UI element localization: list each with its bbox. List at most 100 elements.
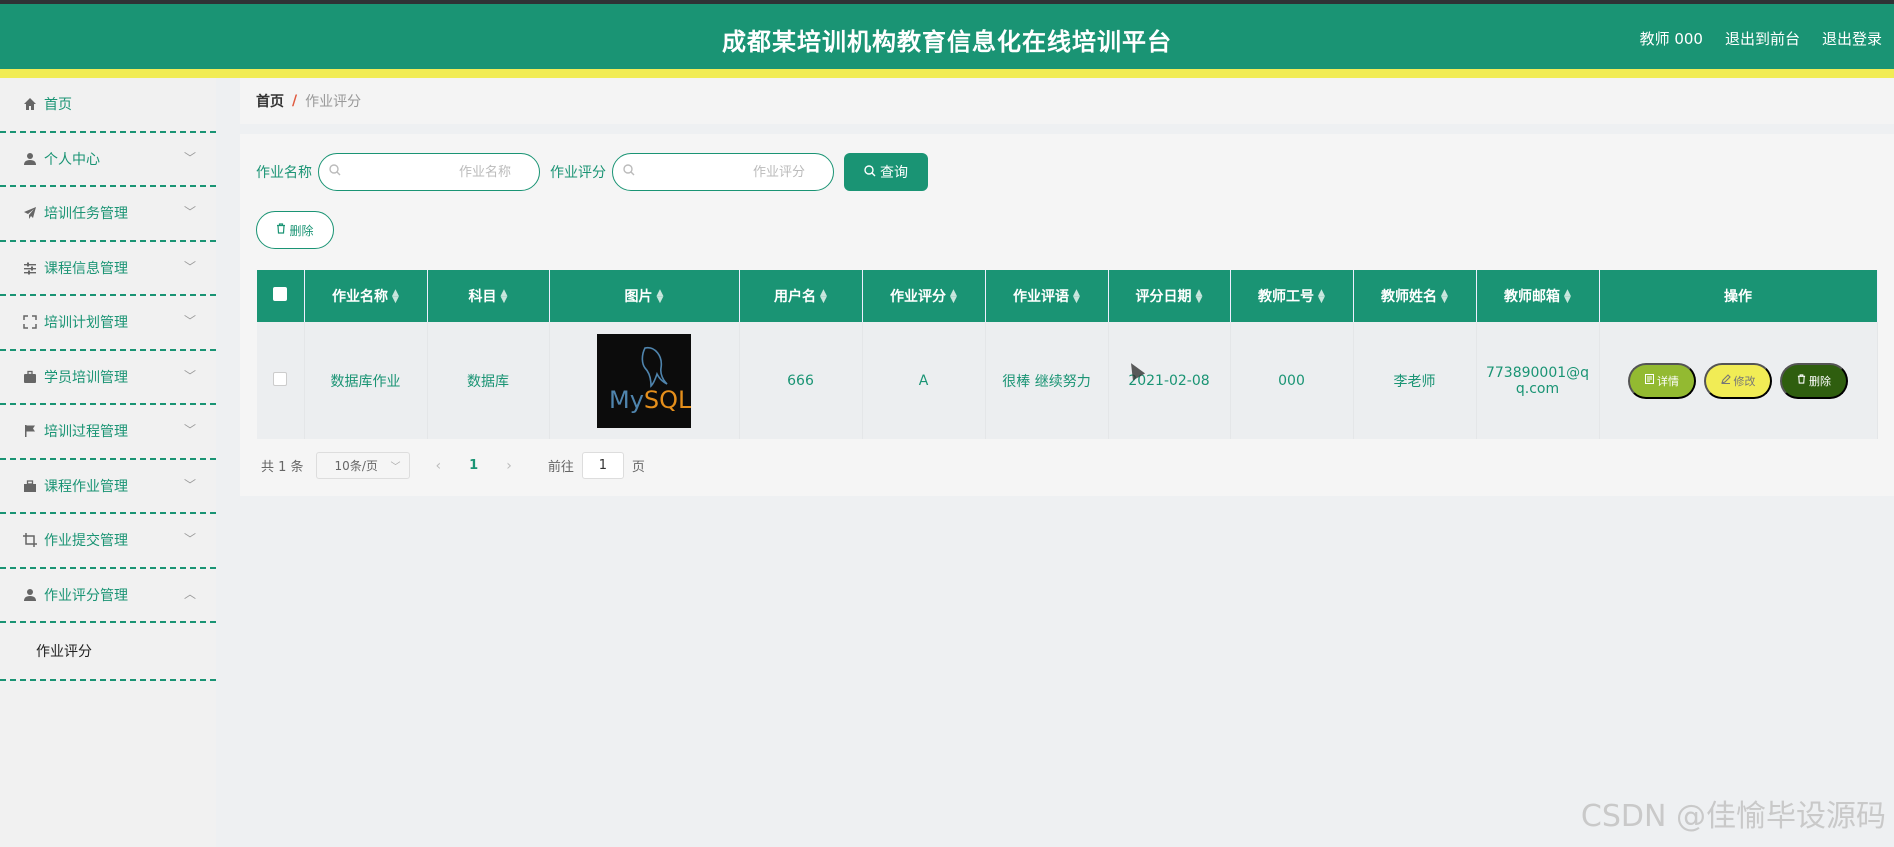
column-header[interactable]: 评分日期 ▲ ▼ (1108, 270, 1231, 322)
cell-teacher-email: 773890001@q q.com (1476, 322, 1600, 439)
column-header[interactable]: 教师姓名 ▲ ▼ (1353, 270, 1477, 322)
cell-score-date: 2021-02-08 (1108, 322, 1231, 439)
select-all-checkbox[interactable] (273, 287, 288, 301)
mysql-logo-text: MySQL (609, 385, 691, 414)
sort-icon[interactable]: ▲ ▼ (392, 289, 399, 305)
column-header[interactable]: 作业评语 ▲ ▼ (985, 270, 1109, 322)
fullscreen-icon (22, 314, 38, 330)
goto-suffix: 页 (631, 460, 645, 475)
sidebar-item-homework-score[interactable]: 作业评分管理 ︿ (0, 569, 216, 623)
cell-score: A (862, 322, 986, 439)
sidebar-item-label: 个人中心 (44, 151, 100, 168)
home-icon (22, 96, 38, 112)
sort-icon[interactable]: ▲ ▼ (1318, 289, 1325, 305)
next-page-icon[interactable]: › (506, 458, 512, 474)
column-header[interactable]: 作业名称 ▲ ▼ (304, 270, 428, 322)
page-size-select[interactable]: 10条/页 ﹀ (315, 452, 410, 479)
sidebar-item-course-info[interactable]: 课程信息管理 ﹀ (0, 242, 216, 296)
sidebar-item-training-task[interactable]: 培训任务管理 ﹀ (0, 187, 216, 242)
mysql-logo-image[interactable]: MySQL (597, 333, 691, 428)
prev-page-icon[interactable]: ‹ (436, 458, 442, 474)
edit-button[interactable]: 修改 (1704, 362, 1772, 399)
sidebar-item-label: 作业提交管理 (44, 533, 128, 550)
pagination: 共 1 条 10条/页 ﹀ ‹ 1 › 前往 1 页 (261, 452, 645, 479)
sidebar-item-course-homework[interactable]: 课程作业管理 ﹀ (0, 460, 216, 514)
sort-icon[interactable]: ▲ ▼ (1196, 289, 1203, 305)
sidebar-item-training-process[interactable]: 培训过程管理 ﹀ (0, 405, 216, 460)
delete-button[interactable]: 删除 (1780, 362, 1848, 399)
sidebar-item-training-plan[interactable]: 培训计划管理 ﹀ (0, 296, 216, 351)
search-icon (329, 164, 341, 180)
sort-icon[interactable]: ▲ ▼ (950, 289, 957, 305)
trash-icon (1797, 374, 1806, 387)
detail-button[interactable]: 详情 (1628, 362, 1696, 399)
score-table: 作业名称 ▲ ▼ 科目 ▲ ▼ 图片 ▲ ▼ 用户名 ▲ ▼ 作业评分 ▲ ▼ 作业评语 ▲ ▼ 评分日… (257, 270, 1878, 439)
sort-icon[interactable]: ▲ ▼ (1073, 289, 1080, 305)
batch-delete-button[interactable]: 删除 (256, 211, 334, 249)
column-header[interactable]: 科目 ▲ ▼ (427, 270, 550, 322)
row-checkbox[interactable] (273, 371, 288, 386)
row-select-cell[interactable] (257, 322, 305, 439)
homework-name-label: 作业名称 (256, 165, 312, 181)
sidebar-item-student-training[interactable]: 学员培训管理 ﹀ (0, 351, 216, 405)
sidebar-item-home[interactable]: 首页 (0, 78, 216, 133)
sidebar: 首页 个人中心 ﹀ 培训任务管理 ﹀ 课程信息管理 ﹀ 培训计划管理 ﹀ 学员培… (0, 78, 216, 847)
goto-prefix: 前往 (547, 460, 574, 475)
query-button[interactable]: 查询 (844, 153, 928, 191)
column-header[interactable]: 教师邮箱 ▲ ▼ (1476, 270, 1600, 322)
sidebar-item-label: 课程信息管理 (44, 260, 128, 277)
current-user[interactable]: 教师 000 (1640, 28, 1703, 49)
homework-score-field[interactable] (612, 153, 834, 191)
sort-icon[interactable]: ▲ ▼ (501, 289, 508, 305)
homework-name-input[interactable] (349, 162, 511, 182)
homework-score-input[interactable] (643, 162, 805, 182)
chevron-down-icon: ﹀ (183, 368, 196, 383)
pagination-total: 共 1 条 (261, 460, 304, 475)
exit-to-front-link[interactable]: 退出到前台 (1725, 28, 1800, 49)
flag-icon (22, 423, 38, 439)
batch-delete-label: 删除 (289, 223, 314, 238)
search-form: 作业名称 作业评分 查询 (256, 153, 928, 191)
cell-username: 666 (739, 322, 863, 439)
sort-icon[interactable]: ▲ ▼ (1564, 289, 1571, 305)
sidebar-item-homework-submit[interactable]: 作业提交管理 ﹀ (0, 514, 216, 569)
chevron-up-icon: ︿ (183, 586, 196, 601)
sort-icon[interactable]: ▲ ▼ (820, 289, 827, 305)
search-icon (864, 164, 876, 180)
sidebar-item-personal-center[interactable]: 个人中心 ﹀ (0, 133, 216, 187)
chevron-down-icon: ﹀ (183, 423, 196, 438)
toolbox-icon (22, 478, 38, 494)
detail-button-label: 详情 (1657, 375, 1679, 388)
edit-button-label: 修改 (1733, 375, 1756, 388)
cell-homework-name: 数据库作业 (304, 322, 428, 439)
chevron-down-icon: ﹀ (390, 462, 401, 473)
sidebar-item-label: 学员培训管理 (44, 369, 128, 386)
sidebar-item-label: 培训任务管理 (44, 206, 128, 223)
chevron-down-icon: ﹀ (183, 314, 196, 329)
header-actions: 教师 000 退出到前台 退出登录 (1640, 28, 1882, 49)
sort-icon[interactable]: ▲ ▼ (657, 289, 664, 305)
page-size-value: 10条/页 (334, 459, 378, 473)
breadcrumb: 首页 / 作业评分 (240, 78, 1894, 124)
cell-actions: 详情 修改 删除 (1599, 322, 1878, 439)
breadcrumb-separator: / (292, 93, 298, 109)
column-header[interactable]: 用户名 ▲ ▼ (739, 270, 863, 322)
column-header[interactable]: 图片 ▲ ▼ (549, 270, 740, 322)
teacher-email-line-1: 773890001@q (1485, 364, 1590, 381)
teacher-email-line-2: q.com (1515, 380, 1560, 397)
goto-page-input[interactable]: 1 (581, 452, 624, 479)
select-all-cell[interactable] (257, 270, 305, 322)
sort-icon[interactable]: ▲ ▼ (1441, 289, 1448, 305)
main-panel: 作业名称 作业评分 查询 删除 (240, 134, 1894, 496)
logout-link[interactable]: 退出登录 (1822, 28, 1882, 49)
document-icon (1645, 374, 1654, 387)
sidebar-subitem-homework-score[interactable]: 作业评分 (0, 623, 216, 681)
column-header[interactable]: 作业评分 ▲ ▼ (862, 270, 986, 322)
breadcrumb-home[interactable]: 首页 (256, 91, 284, 111)
briefcase-icon (22, 369, 38, 385)
column-header[interactable]: 教师工号 ▲ ▼ (1230, 270, 1354, 322)
page-number-current[interactable]: 1 (469, 458, 478, 473)
homework-name-field[interactable] (318, 153, 540, 191)
query-button-label: 查询 (880, 164, 908, 180)
chevron-down-icon: ﹀ (183, 532, 196, 547)
